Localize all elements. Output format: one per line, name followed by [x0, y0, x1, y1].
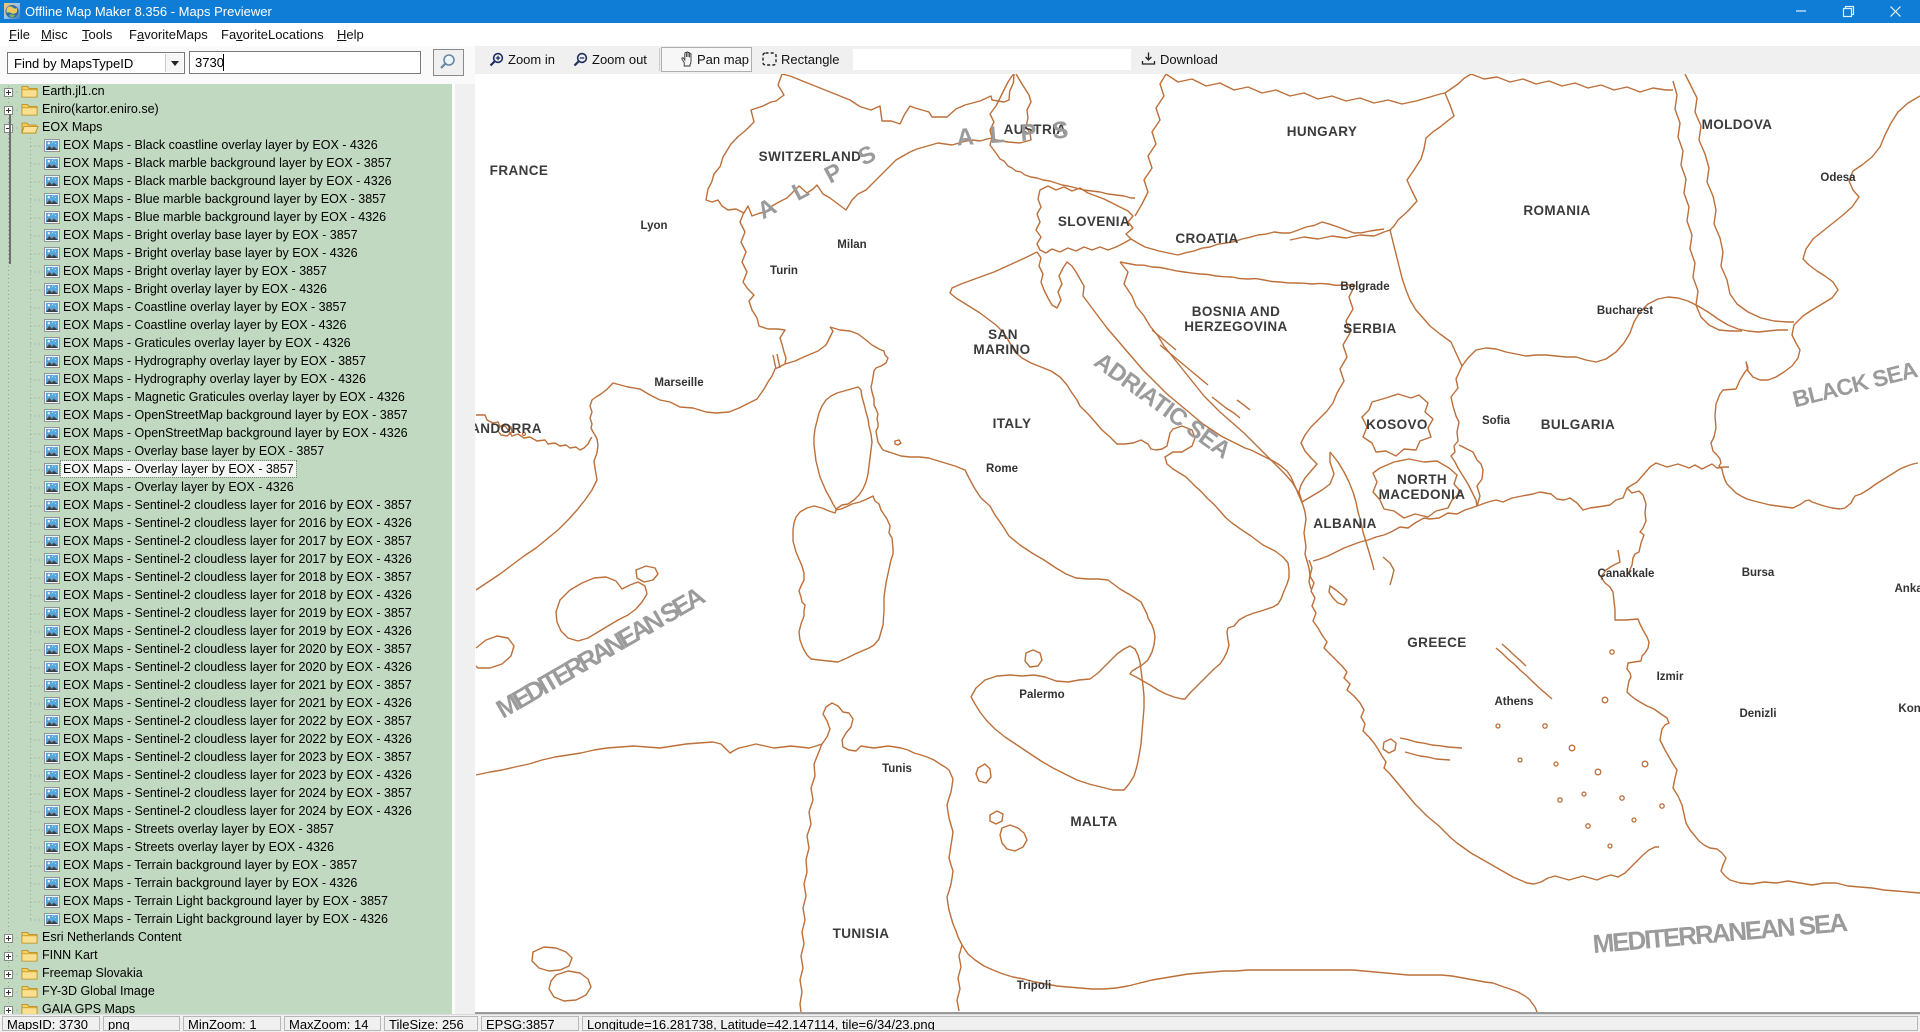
svg-text:Turin: Turin [770, 265, 798, 277]
svg-text:BULGARIA: BULGARIA [1541, 417, 1615, 432]
svg-text:Sofia: Sofia [1482, 415, 1511, 427]
svg-text:MEDITERRANEAN SEA: MEDITERRANEAN SEA [491, 580, 711, 724]
svg-text:GREECE: GREECE [1407, 635, 1466, 650]
svg-text:Konya: Konya [1898, 703, 1920, 715]
svg-text:Izmir: Izmir [1657, 671, 1684, 683]
svg-text:TUNISIA: TUNISIA [833, 926, 890, 941]
svg-text:MEDITERRANEAN SEA: MEDITERRANEAN SEA [1591, 907, 1849, 959]
svg-text:ITALY: ITALY [993, 416, 1032, 431]
svg-text:SAN: SAN [988, 327, 1018, 342]
svg-text:Bursa: Bursa [1742, 567, 1775, 579]
svg-text:CROATIA: CROATIA [1175, 231, 1238, 246]
svg-text:ROMANIA: ROMANIA [1523, 203, 1590, 218]
svg-text:Çanakkale: Çanakkale [1598, 568, 1655, 580]
svg-text:SLOVENIA: SLOVENIA [1058, 214, 1130, 229]
svg-text:Denizli: Denizli [1739, 708, 1776, 720]
svg-text:KOSOVO: KOSOVO [1366, 417, 1428, 432]
svg-text:ALPS: ALPS [956, 116, 1086, 152]
svg-text:HUNGARY: HUNGARY [1287, 124, 1358, 139]
svg-text:NORTH: NORTH [1397, 472, 1447, 487]
svg-text:ANDORRA: ANDORRA [475, 421, 542, 436]
svg-text:Milan: Milan [837, 239, 866, 251]
svg-text:MARINO: MARINO [973, 342, 1030, 357]
svg-text:SERBIA: SERBIA [1343, 321, 1396, 336]
svg-text:MOLDOVA: MOLDOVA [1702, 117, 1773, 132]
svg-text:Odesa: Odesa [1820, 172, 1856, 184]
svg-text:Lyon: Lyon [640, 220, 667, 232]
svg-text:Belgrade: Belgrade [1340, 281, 1389, 293]
svg-text:Rome: Rome [986, 463, 1018, 475]
svg-text:Athens: Athens [1495, 696, 1534, 708]
svg-text:Tripoli: Tripoli [1017, 980, 1052, 992]
svg-text:HERZEGOVINA: HERZEGOVINA [1184, 319, 1287, 334]
svg-text:Palermo: Palermo [1019, 689, 1064, 701]
svg-text:MACEDONIA: MACEDONIA [1379, 487, 1466, 502]
svg-text:Bucharest: Bucharest [1597, 305, 1653, 317]
svg-text:Ankara: Ankara [1895, 583, 1920, 595]
svg-text:MALTA: MALTA [1070, 814, 1117, 829]
svg-text:Tunis: Tunis [882, 763, 912, 775]
svg-text:Marseille: Marseille [654, 377, 703, 389]
svg-text:ALBANIA: ALBANIA [1313, 516, 1377, 531]
svg-text:FRANCE: FRANCE [490, 163, 549, 178]
svg-text:BLACK SEA: BLACK SEA [1790, 356, 1920, 412]
svg-text:BOSNIA AND: BOSNIA AND [1192, 304, 1281, 319]
